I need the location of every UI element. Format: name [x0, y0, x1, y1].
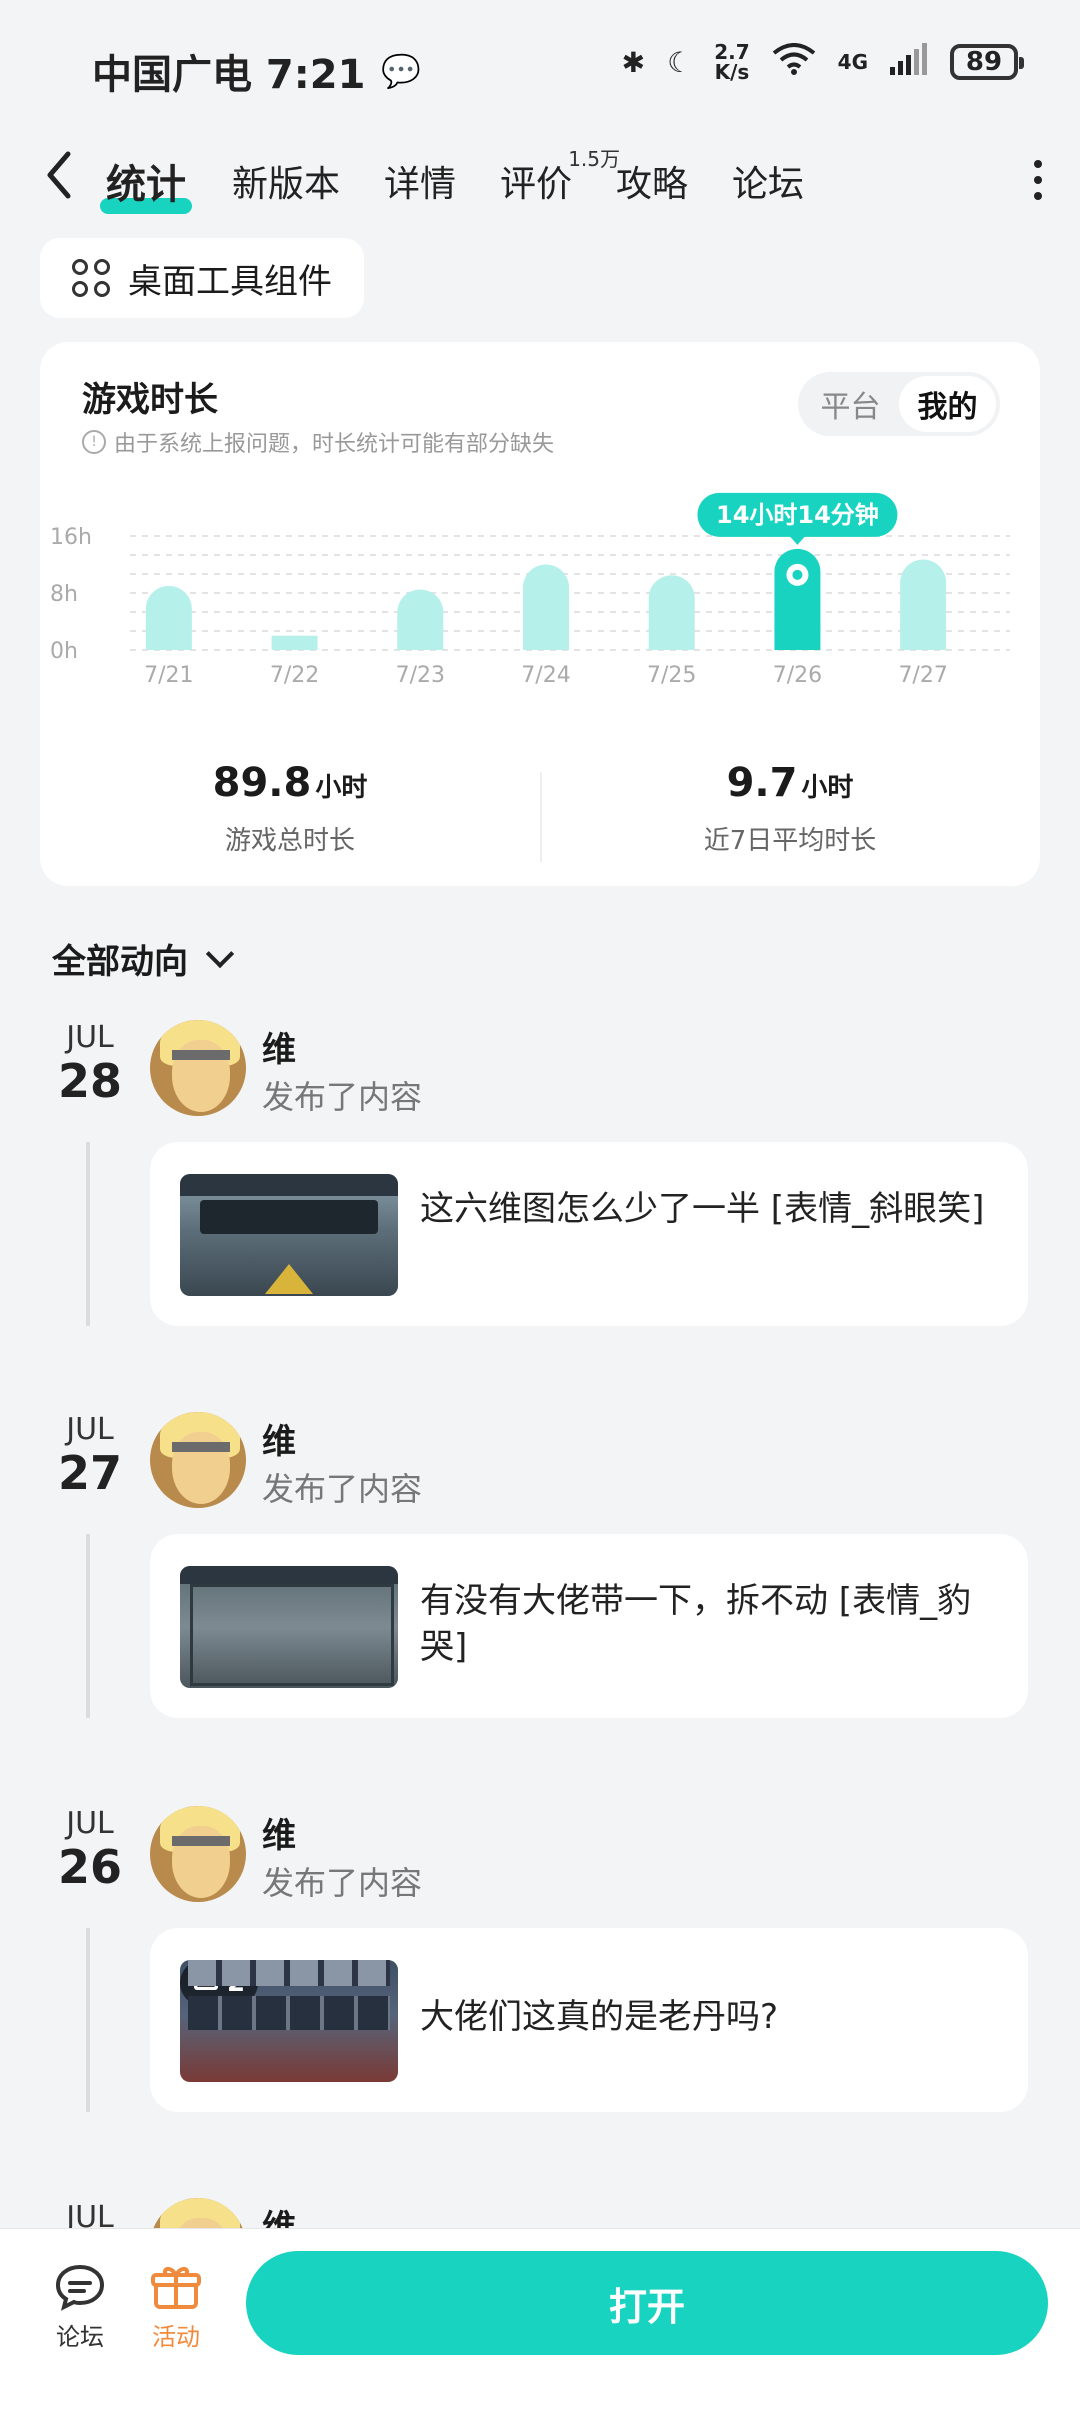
- tab-details[interactable]: 详情: [384, 155, 456, 207]
- bar-base: [271, 635, 318, 650]
- entry-day: 26: [57, 1840, 122, 1894]
- play-time-card: 游戏时长 ! 由于系统上报问题，时长统计可能有部分缺失 平台 我的 16h 8h 0…: [40, 342, 1040, 886]
- tab-stats[interactable]: 统计: [100, 152, 192, 214]
- post-card[interactable]: 有没有大佬带一下，拆不动 [表情_豹哭]: [150, 1534, 1028, 1718]
- tooltip-pointer: [789, 535, 806, 545]
- bluetooth-icon: ✱: [621, 45, 646, 79]
- info-icon: !: [82, 430, 106, 454]
- entry-month: JUL: [66, 1806, 114, 1841]
- post-text: 大佬们这真的是老丹吗?: [420, 1997, 779, 2037]
- back-button[interactable]: [44, 150, 74, 209]
- username[interactable]: 维: [262, 1414, 296, 1463]
- bottom-action-bar: 论坛 活动 打开: [0, 2228, 1080, 2413]
- bar-base: [900, 627, 947, 650]
- more-icon[interactable]: [1034, 160, 1042, 208]
- x-tick-label: 7/23: [396, 663, 445, 688]
- activity-filter-dropdown[interactable]: 全部动向: [52, 934, 235, 983]
- network-type: 4G: [837, 50, 868, 74]
- forum-icon: [54, 2264, 106, 2317]
- x-tick-label: 7/21: [144, 663, 193, 688]
- tab-forum[interactable]: 论坛: [732, 155, 804, 207]
- post-card[interactable]: 2 大佬们这真的是老丹吗?: [150, 1928, 1028, 2112]
- entry-month: JUL: [66, 1412, 114, 1447]
- entry-day: 28: [57, 1054, 122, 1108]
- status-bar: 中国广电 7:21 💬 ✱ ☾ 2.7 K/s 4G 89: [0, 0, 1080, 130]
- avatar[interactable]: [150, 1020, 246, 1116]
- wifi-icon: [772, 42, 816, 82]
- open-game-button[interactable]: 打开: [246, 2251, 1048, 2355]
- x-tick-label: 7/25: [647, 663, 696, 688]
- entry-month: JUL: [66, 1020, 114, 1055]
- chevron-down-icon: [205, 939, 235, 968]
- username[interactable]: 维: [262, 1808, 296, 1857]
- tab-reviews[interactable]: 评价 1.5万: [500, 147, 620, 207]
- activity-button[interactable]: 活动: [136, 2263, 216, 2352]
- x-tick-label: 7/22: [270, 663, 319, 688]
- post-text: 有没有大佬带一下，拆不动 [表情_豹哭]: [420, 1581, 972, 1667]
- gift-icon: [150, 2267, 202, 2317]
- y-tick-label: 0h: [50, 639, 78, 664]
- entry-action: 发布了内容: [262, 1470, 423, 1508]
- bar-base: [774, 627, 821, 650]
- average-time-summary: 9.7 小时 近7日平均时长: [540, 760, 1040, 857]
- review-count-badge: 1.5万: [568, 147, 621, 171]
- timeline-line: [86, 1534, 90, 1718]
- tab-new-version[interactable]: 新版本: [232, 155, 340, 207]
- x-tick-label: 7/26: [773, 663, 822, 688]
- total-time-label: 游戏总时长: [224, 826, 355, 856]
- card-title: 游戏时长: [82, 380, 218, 420]
- segment-mine[interactable]: 我的: [899, 376, 996, 432]
- bar-base: [648, 627, 695, 650]
- net-speed: 2.7 K/s: [714, 40, 750, 84]
- bar-base: [523, 627, 569, 650]
- post-thumbnail: [180, 1566, 398, 1688]
- y-tick-label: 8h: [50, 582, 78, 607]
- bar-base: [145, 627, 192, 650]
- post-thumbnail: [180, 1174, 398, 1296]
- entry-day: 27: [57, 1446, 122, 1500]
- forum-button[interactable]: 论坛: [40, 2263, 120, 2352]
- bar-base: [397, 627, 444, 650]
- desktop-widget-button[interactable]: 桌面工具组件: [40, 238, 364, 318]
- battery-icon: 89: [950, 44, 1024, 80]
- entry-action: 发布了内容: [262, 1078, 423, 1116]
- total-time-summary: 89.8 小时 游戏总时长: [40, 760, 540, 857]
- post-card[interactable]: 这六维图怎么少了一半 [表情_斜眼笑]: [150, 1142, 1028, 1326]
- segment-platform[interactable]: 平台: [802, 376, 899, 432]
- timeline-line: [86, 1142, 90, 1326]
- post-text: 这六维图怎么少了一半 [表情_斜眼笑]: [420, 1189, 985, 1229]
- moon-icon: ☾: [667, 45, 693, 79]
- tab-guides[interactable]: 攻略: [616, 155, 688, 207]
- total-time-value: 89.8: [212, 760, 312, 806]
- card-subtitle: ! 由于系统上报问题，时长统计可能有部分缺失: [82, 426, 554, 458]
- highlight-dot-inner: [792, 569, 803, 580]
- play-time-chart: 16h 8h 0h 7/21 7/22 7/23 7/24 7/25 7/26 14小时14分钟 7…: [40, 482, 1040, 688]
- post-thumbnail: 2: [180, 1960, 398, 2082]
- carrier-time: 中国广电 7:21: [92, 52, 366, 98]
- source-toggle[interactable]: 平台 我的: [798, 372, 1000, 436]
- entry-action: 发布了内容: [262, 1864, 423, 1902]
- wechat-icon: 💬: [381, 52, 422, 90]
- x-tick-label: 7/27: [898, 663, 947, 688]
- average-time-value: 9.7: [726, 760, 798, 806]
- timeline-line: [86, 1928, 90, 2112]
- tooltip-label: 14小时14分钟: [716, 501, 879, 529]
- y-tick-label: 16h: [50, 525, 92, 550]
- x-tick-label: 7/24: [521, 663, 570, 688]
- signal-icon: [890, 42, 928, 82]
- average-time-label: 近7日平均时长: [703, 826, 877, 856]
- avatar[interactable]: [150, 1412, 246, 1508]
- widget-grid-icon: [72, 259, 110, 297]
- username[interactable]: 维: [262, 1022, 296, 1071]
- avatar[interactable]: [150, 1806, 246, 1902]
